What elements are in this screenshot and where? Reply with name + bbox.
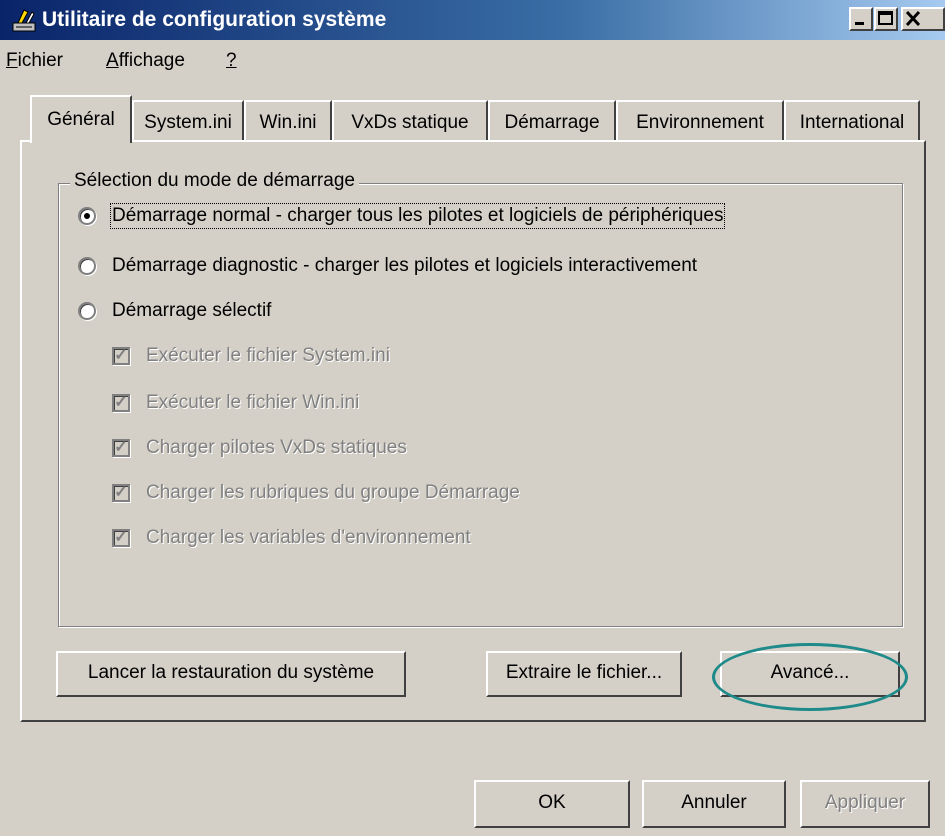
tab-environnement[interactable]: Environnement <box>616 100 784 142</box>
checkbox-label: Charger pilotes VxDs statiques <box>146 437 407 458</box>
maximize-button[interactable] <box>874 7 898 31</box>
restore-system-button[interactable]: Lancer la restauration du système <box>56 651 406 697</box>
maximize-icon <box>878 11 893 25</box>
tab-general[interactable]: Général <box>30 95 132 143</box>
checkbox-indicator: ✓ <box>112 439 130 457</box>
menu-help[interactable]: ? <box>226 50 237 72</box>
close-button[interactable] <box>901 7 945 31</box>
tab-win-ini[interactable]: Win.ini <box>244 100 332 142</box>
tab-international[interactable]: International <box>784 100 920 142</box>
radio-indicator <box>78 207 96 225</box>
radio-indicator <box>78 302 96 320</box>
minimize-button[interactable] <box>849 7 873 31</box>
checkbox-label: Charger les rubriques du groupe Démarrag… <box>146 482 520 503</box>
ok-button[interactable]: OK <box>474 780 630 828</box>
tab-system-ini[interactable]: System.ini <box>132 100 244 142</box>
tab-vxds-statique[interactable]: VxDs statique <box>332 100 488 142</box>
window-title: Utilitaire de configuration système <box>42 8 387 31</box>
radio-indicator <box>78 257 96 275</box>
checkbox-indicator: ✓ <box>112 484 130 502</box>
menu-affichage[interactable]: Affichage <box>106 50 185 72</box>
menu-fichier[interactable]: Fichier <box>6 50 63 72</box>
groupbox-title: Sélection du mode de démarrage <box>70 170 359 192</box>
radio-label: Démarrage normal - charger tous les pilo… <box>109 203 726 229</box>
close-icon <box>905 10 921 27</box>
checkbox-indicator: ✓ <box>112 347 130 365</box>
extract-file-button[interactable]: Extraire le fichier... <box>486 651 682 697</box>
title-bar: Utilitaire de configuration système <box>0 0 945 40</box>
radio-label: Démarrage diagnostic - charger les pilot… <box>112 255 698 276</box>
msconfig-icon <box>12 9 36 32</box>
apply-button: Appliquer <box>800 780 930 828</box>
cancel-button[interactable]: Annuler <box>642 780 786 828</box>
radio-label: Démarrage sélectif <box>112 300 272 321</box>
checkbox-label: Exécuter le fichier Win.ini <box>146 392 360 413</box>
menu-bar: Fichier Affichage ? <box>0 42 945 80</box>
minimize-icon <box>855 22 864 25</box>
checkbox-label: Charger les variables d'environnement <box>146 527 471 548</box>
advanced-button[interactable]: Avancé... <box>720 651 900 697</box>
tab-demarrage[interactable]: Démarrage <box>488 100 616 142</box>
checkbox-indicator: ✓ <box>112 529 130 547</box>
checkbox-label: Exécuter le fichier System.ini <box>146 345 390 366</box>
checkbox-indicator: ✓ <box>112 394 130 412</box>
